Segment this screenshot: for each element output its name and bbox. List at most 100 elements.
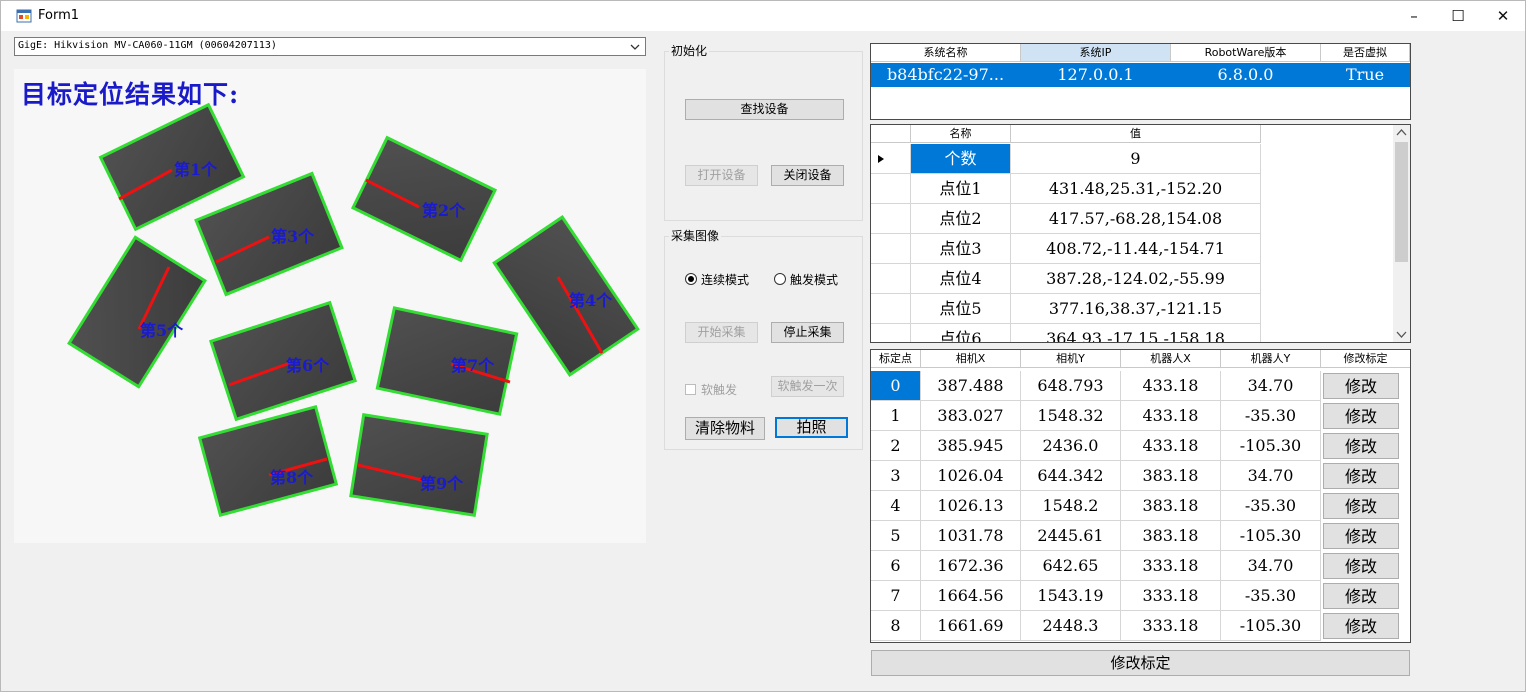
maximize-button[interactable]: ☐ bbox=[1435, 1, 1481, 31]
table-cell[interactable]: 个数 bbox=[911, 144, 1011, 174]
table-cell[interactable]: 364.93,-17.15,-158.18 bbox=[1011, 324, 1261, 342]
scroll-up-icon[interactable] bbox=[1396, 128, 1407, 137]
table-cell[interactable]: 点位5 bbox=[911, 294, 1011, 324]
table-cell[interactable]: 2445.61 bbox=[1021, 521, 1121, 551]
modify-row-button[interactable]: 修改 bbox=[1323, 403, 1399, 429]
table-cell[interactable]: 0 bbox=[871, 371, 921, 401]
find-device-button[interactable]: 查找设备 bbox=[685, 99, 844, 120]
table-cell[interactable]: 383.18 bbox=[1121, 491, 1221, 521]
table-cell[interactable]: 点位1 bbox=[911, 174, 1011, 204]
table-cell[interactable]: 383.18 bbox=[1121, 521, 1221, 551]
table-cell[interactable]: 点位3 bbox=[911, 234, 1011, 264]
row-header[interactable] bbox=[871, 234, 911, 264]
table-cell[interactable]: 6.8.0.0 bbox=[1171, 63, 1321, 87]
continuous-mode-radio[interactable] bbox=[685, 273, 697, 285]
modify-row-button[interactable]: 修改 bbox=[1323, 523, 1399, 549]
table-cell[interactable]: 8 bbox=[871, 611, 921, 641]
table-cell[interactable]: 385.945 bbox=[921, 431, 1021, 461]
stop-capture-button[interactable]: 停止采集 bbox=[771, 322, 844, 343]
scroll-down-icon[interactable] bbox=[1396, 330, 1407, 339]
table-cell[interactable]: 383.027 bbox=[921, 401, 1021, 431]
modify-row-button[interactable]: 修改 bbox=[1323, 553, 1399, 579]
clear-material-button[interactable]: 清除物料 bbox=[685, 417, 765, 440]
table-cell[interactable]: 1661.69 bbox=[921, 611, 1021, 641]
table-cell[interactable]: 7 bbox=[871, 581, 921, 611]
table-cell[interactable]: 1026.13 bbox=[921, 491, 1021, 521]
table-cell[interactable]: 644.342 bbox=[1021, 461, 1121, 491]
modify-row-button[interactable]: 修改 bbox=[1323, 583, 1399, 609]
table-cell[interactable]: 383.18 bbox=[1121, 461, 1221, 491]
table-cell[interactable]: True bbox=[1321, 63, 1410, 87]
row-header[interactable] bbox=[871, 264, 911, 294]
table-cell[interactable]: -105.30 bbox=[1221, 431, 1321, 461]
scroll-thumb[interactable] bbox=[1395, 142, 1408, 262]
table-cell[interactable]: 387.488 bbox=[921, 371, 1021, 401]
minimize-button[interactable]: – bbox=[1391, 1, 1437, 31]
table-cell[interactable]: 5 bbox=[871, 521, 921, 551]
row-header[interactable] bbox=[871, 294, 911, 324]
table-cell[interactable]: 431.48,25.31,-152.20 bbox=[1011, 174, 1261, 204]
start-capture-button[interactable]: 开始采集 bbox=[685, 322, 758, 343]
table-cell[interactable]: 2436.0 bbox=[1021, 431, 1121, 461]
table-cell[interactable]: -105.30 bbox=[1221, 521, 1321, 551]
table-cell[interactable]: 648.793 bbox=[1021, 371, 1121, 401]
row-header[interactable] bbox=[871, 324, 911, 342]
table-cell[interactable]: -35.30 bbox=[1221, 401, 1321, 431]
table-cell[interactable]: 1548.32 bbox=[1021, 401, 1121, 431]
table-cell[interactable]: 6 bbox=[871, 551, 921, 581]
table-cell[interactable]: 417.57,-68.28,154.08 bbox=[1011, 204, 1261, 234]
take-photo-button[interactable]: 拍照 bbox=[775, 417, 848, 438]
close-button[interactable]: ✕ bbox=[1480, 1, 1526, 31]
table-cell[interactable]: -105.30 bbox=[1221, 611, 1321, 641]
table-cell[interactable]: 1548.2 bbox=[1021, 491, 1121, 521]
table-cell[interactable]: 1 bbox=[871, 401, 921, 431]
table-cell[interactable]: 9 bbox=[1011, 144, 1261, 174]
soft-trigger-checkbox[interactable] bbox=[685, 384, 696, 395]
modify-row-button[interactable]: 修改 bbox=[1323, 373, 1399, 399]
row-header[interactable] bbox=[871, 174, 911, 204]
close-device-button[interactable]: 关闭设备 bbox=[771, 165, 844, 186]
points-scrollbar[interactable] bbox=[1393, 125, 1410, 342]
row-header[interactable] bbox=[871, 204, 911, 234]
table-cell[interactable]: 433.18 bbox=[1121, 431, 1221, 461]
table-cell[interactable]: -35.30 bbox=[1221, 581, 1321, 611]
chevron-down-icon[interactable] bbox=[629, 41, 641, 53]
table-cell[interactable]: 408.72,-11.44,-154.71 bbox=[1011, 234, 1261, 264]
table-cell[interactable]: 34.70 bbox=[1221, 551, 1321, 581]
table-cell[interactable]: 333.18 bbox=[1121, 581, 1221, 611]
table-cell[interactable]: 2448.3 bbox=[1021, 611, 1121, 641]
table-cell[interactable]: 点位6 bbox=[911, 324, 1011, 342]
soft-trigger-once-button[interactable]: 软触发一次 bbox=[771, 376, 844, 397]
table-cell[interactable]: 433.18 bbox=[1121, 401, 1221, 431]
modify-row-button[interactable]: 修改 bbox=[1323, 463, 1399, 489]
table-cell[interactable]: 333.18 bbox=[1121, 551, 1221, 581]
modify-row-button[interactable]: 修改 bbox=[1323, 493, 1399, 519]
table-cell[interactable]: 1664.56 bbox=[921, 581, 1021, 611]
table-cell[interactable]: 1543.19 bbox=[1021, 581, 1121, 611]
table-cell[interactable]: 3 bbox=[871, 461, 921, 491]
table-cell[interactable]: 642.65 bbox=[1021, 551, 1121, 581]
table-cell[interactable]: 点位2 bbox=[911, 204, 1011, 234]
modify-row-button[interactable]: 修改 bbox=[1323, 613, 1399, 639]
camera-select[interactable]: GigE: Hikvision MV-CA060-11GM (006042071… bbox=[14, 37, 646, 56]
row-header[interactable] bbox=[871, 144, 911, 174]
table-cell[interactable]: 127.0.0.1 bbox=[1021, 63, 1171, 87]
table-cell[interactable]: 377.16,38.37,-121.15 bbox=[1011, 294, 1261, 324]
table-cell[interactable]: 4 bbox=[871, 491, 921, 521]
table-cell[interactable]: 34.70 bbox=[1221, 371, 1321, 401]
modify-row-button[interactable]: 修改 bbox=[1323, 433, 1399, 459]
table-cell[interactable]: 387.28,-124.02,-55.99 bbox=[1011, 264, 1261, 294]
table-cell[interactable]: 1031.78 bbox=[921, 521, 1021, 551]
open-device-button[interactable]: 打开设备 bbox=[685, 165, 758, 186]
modify-calibration-button[interactable]: 修改标定 bbox=[871, 650, 1410, 676]
table-cell[interactable]: 1026.04 bbox=[921, 461, 1021, 491]
table-cell[interactable]: -35.30 bbox=[1221, 491, 1321, 521]
table-cell[interactable]: 1672.36 bbox=[921, 551, 1021, 581]
table-cell[interactable]: 34.70 bbox=[1221, 461, 1321, 491]
trigger-mode-radio[interactable] bbox=[774, 273, 786, 285]
table-cell[interactable]: 2 bbox=[871, 431, 921, 461]
table-cell[interactable]: 点位4 bbox=[911, 264, 1011, 294]
table-cell[interactable]: 333.18 bbox=[1121, 611, 1221, 641]
table-cell[interactable]: 433.18 bbox=[1121, 371, 1221, 401]
table-cell[interactable]: b84bfc22-97... bbox=[871, 63, 1021, 87]
